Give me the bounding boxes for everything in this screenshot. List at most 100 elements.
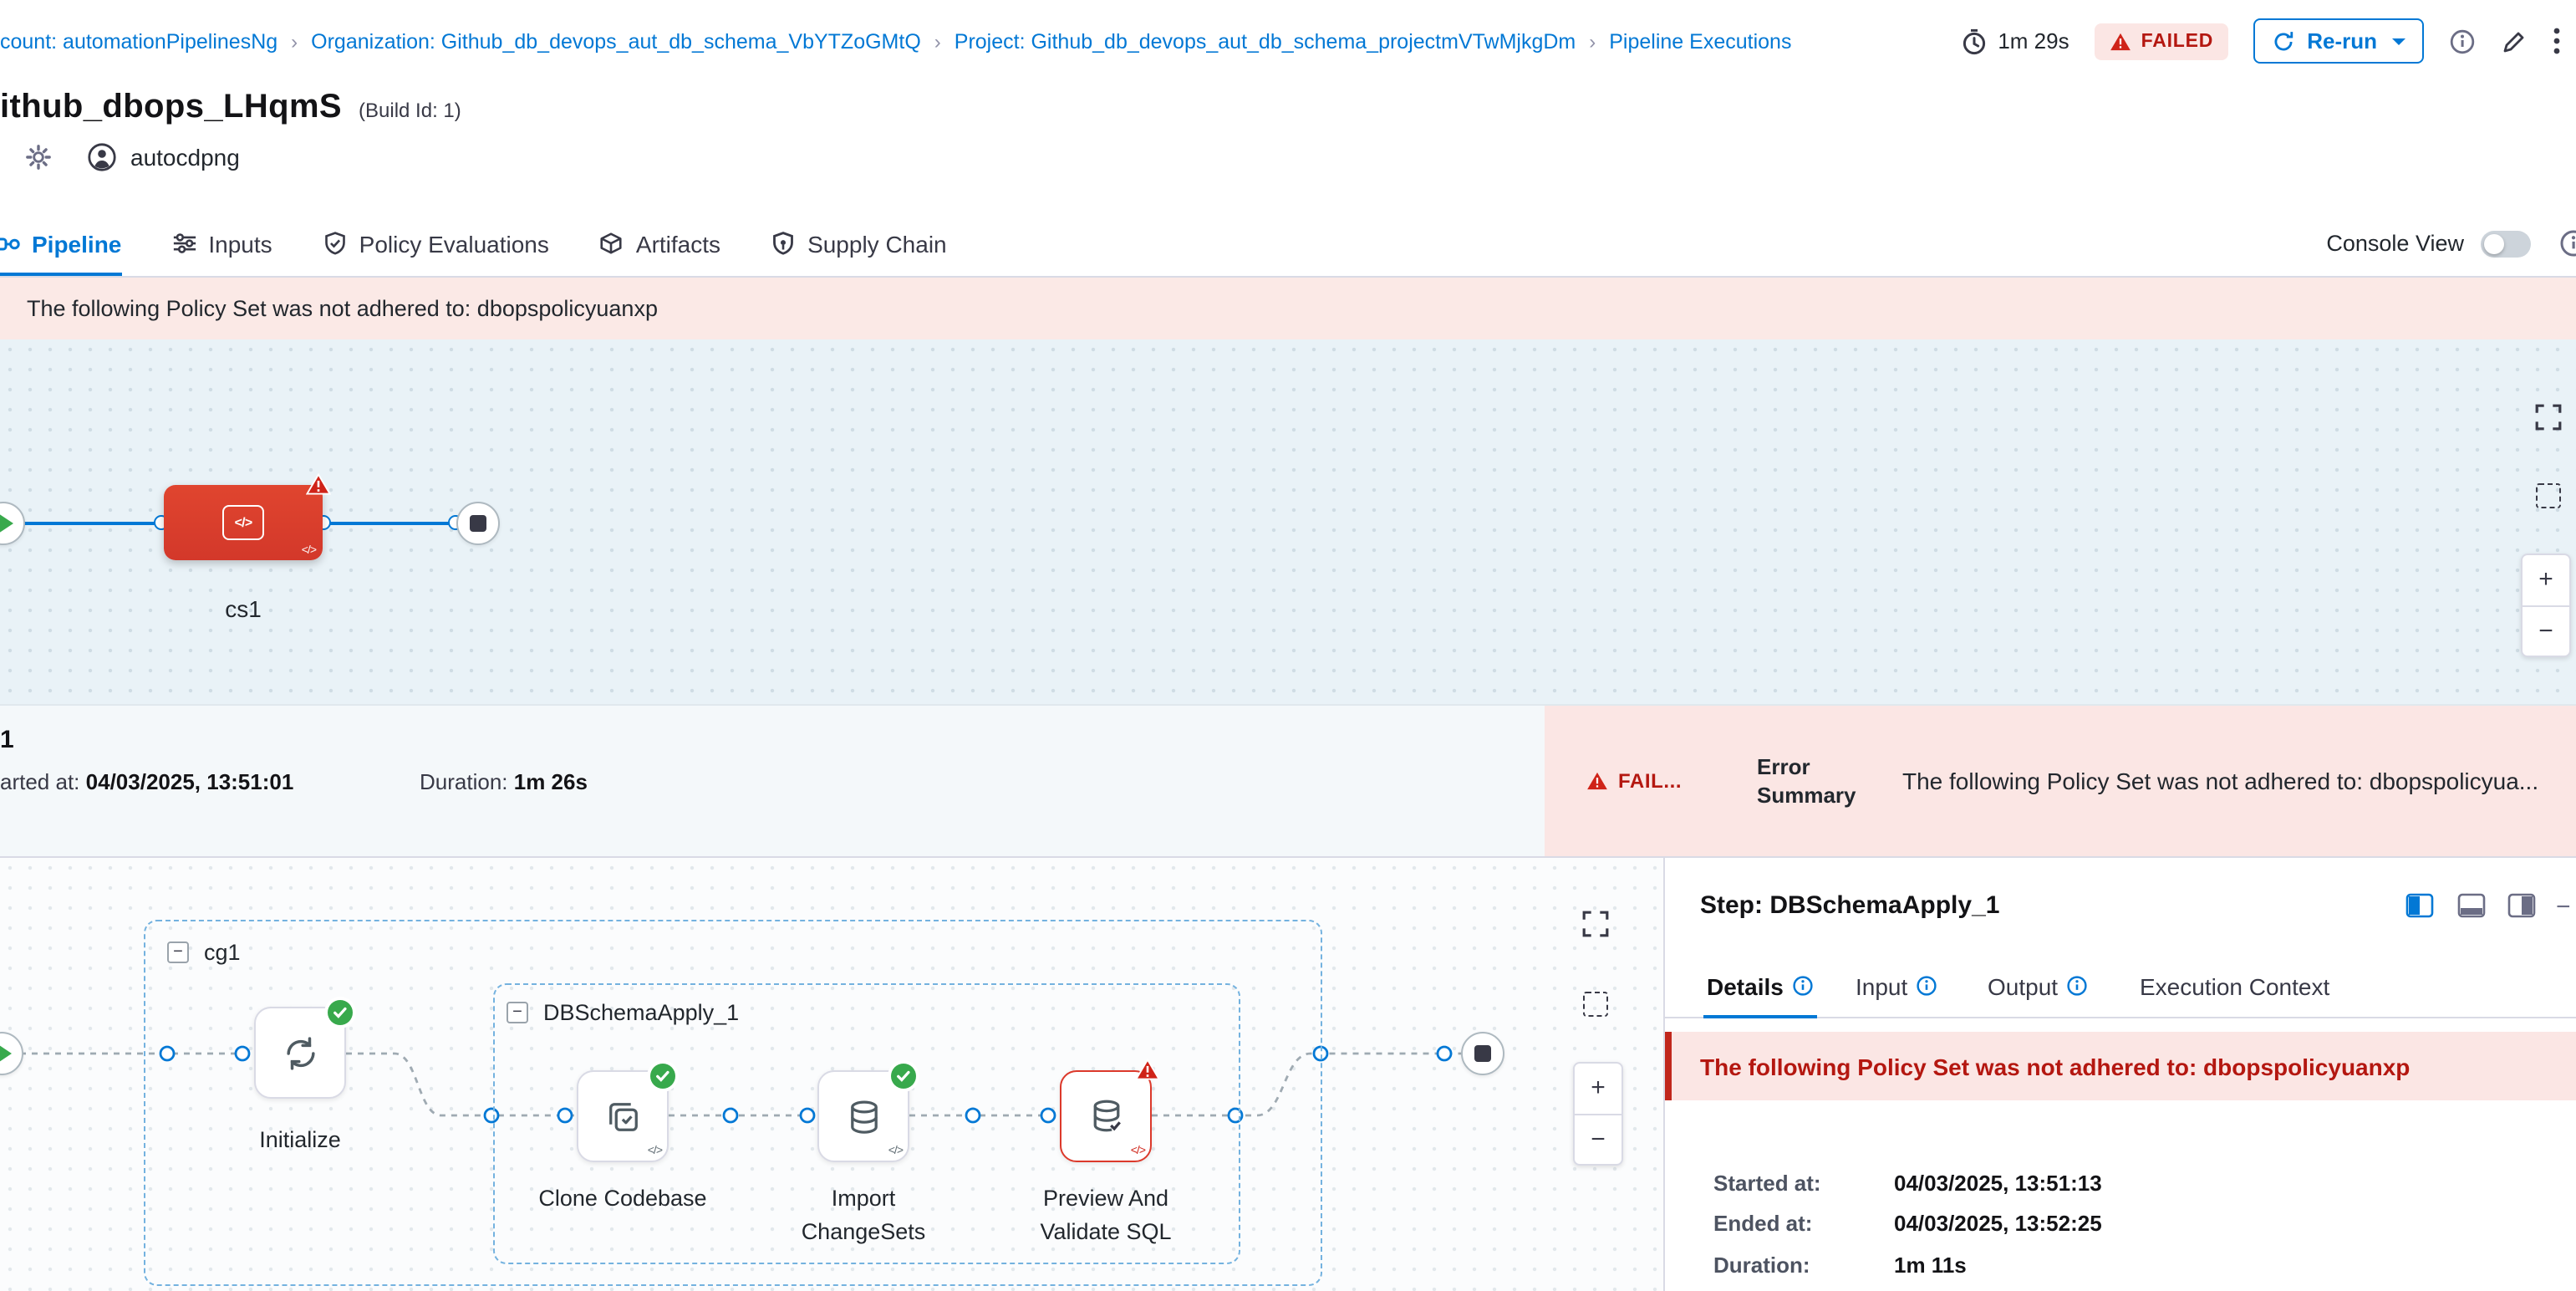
breadcrumb-account[interactable]: count: automationPipelinesNg — [0, 29, 277, 53]
code-glyph: </> — [302, 545, 316, 557]
tab-label: Pipeline — [32, 230, 121, 257]
layout-bottom-pane-icon[interactable] — [2457, 893, 2486, 918]
gear-icon[interactable] — [25, 144, 52, 171]
layout-left-pane-icon[interactable] — [2405, 893, 2434, 918]
panel-tab-label: Output — [1988, 972, 2058, 999]
zoom-out-button[interactable]: − — [1575, 1115, 1621, 1164]
page-title: ithub_dbops_LHqmS — [0, 89, 342, 127]
kebab-menu-icon[interactable] — [2553, 27, 2561, 55]
collapse-group-button[interactable]: − — [507, 1002, 528, 1023]
help-circle-icon[interactable] — [2559, 229, 2576, 258]
tab-artifacts[interactable]: Artifacts — [599, 211, 720, 276]
stop-icon — [470, 515, 486, 532]
chevron-right-icon: › — [291, 29, 298, 53]
topbar-actions: 1m 29s FAILED Re-run — [1961, 18, 2576, 64]
group-label: cg1 — [204, 940, 241, 965]
status-badge: FAILED — [2095, 23, 2229, 59]
warning-triangle-icon — [2110, 31, 2131, 51]
failed-badge-icon — [306, 473, 331, 495]
panel-tab-execution-context[interactable]: Execution Context — [2140, 955, 2329, 1017]
tab-label: Policy Evaluations — [359, 230, 549, 257]
edge-line — [323, 522, 456, 525]
code-glyph: </> — [235, 515, 252, 530]
field-label: Duration: — [1713, 1253, 1810, 1278]
end-node[interactable] — [1461, 1032, 1504, 1075]
tab-policy-evaluations[interactable]: Policy Evaluations — [323, 211, 549, 276]
step-node-clone-codebase[interactable]: </> — [577, 1070, 669, 1162]
error-summary-text: The following Policy Set was not adhered… — [1902, 706, 2576, 856]
zoom-controls: + − — [1573, 1062, 1623, 1166]
stage-error-zone: FAIL... Error Summary The following Poli… — [1545, 706, 2576, 856]
clone-icon — [603, 1096, 643, 1136]
code-stage-icon: </> — [222, 505, 264, 540]
field-label: Ended at: — [1713, 1211, 1812, 1236]
field-value: 04/03/2025, 13:52:25 — [1894, 1211, 2102, 1236]
sync-icon — [280, 1033, 320, 1073]
panel-tab-output[interactable]: Output — [1988, 955, 2088, 1017]
zoom-in-button[interactable]: + — [2523, 555, 2569, 606]
panel-tab-label: Input — [1856, 972, 1907, 999]
code-glyph: </> — [648, 1146, 662, 1157]
step-details-panel: Step: DBSchemaApply_1 − — [1665, 858, 2576, 1291]
step-graph-canvas: − cg1 − DBSchemaApply_1 — [0, 858, 1665, 1291]
breadcrumb-pipeline-executions[interactable]: Pipeline Executions — [1609, 29, 1791, 53]
failed-badge-icon — [1135, 1059, 1160, 1080]
step-node-initialize[interactable] — [254, 1007, 346, 1099]
chevron-right-icon: › — [1589, 29, 1596, 53]
zoom-out-button[interactable]: − — [2523, 606, 2569, 656]
fullscreen-icon[interactable] — [2534, 403, 2563, 431]
code-glyph: </> — [888, 1146, 903, 1157]
stage-node-cs1[interactable]: </> </> — [164, 485, 323, 560]
page-header: ithub_dbops_LHqmS (Build Id: 1) — [0, 82, 461, 134]
step-label: Clone Codebase — [528, 1182, 717, 1216]
zoom-in-button[interactable]: + — [1575, 1064, 1621, 1115]
step-panel-tabs: Details Input Output — [1665, 955, 2576, 1018]
marquee-select-icon[interactable] — [1583, 992, 1608, 1017]
step-node-import-changesets[interactable]: </> — [817, 1070, 909, 1162]
step-error-text: The following Policy Set was not adhered… — [1700, 1053, 2410, 1079]
code-glyph: </> — [1131, 1146, 1145, 1157]
layout-right-pane-icon[interactable] — [2507, 893, 2536, 918]
policy-warning-text: The following Policy Set was not adhered… — [27, 296, 658, 321]
step-panel-title: Step: DBSchemaApply_1 — [1700, 891, 1999, 920]
breadcrumb-organization[interactable]: Organization: Github_db_devops_aut_db_sc… — [311, 29, 921, 53]
step-label: Import ChangeSets — [769, 1182, 958, 1249]
marquee-select-icon[interactable] — [2536, 483, 2561, 508]
avatar — [87, 142, 117, 172]
tab-label: Supply Chain — [807, 230, 947, 257]
info-icon[interactable] — [2449, 28, 2476, 54]
tab-inputs[interactable]: Inputs — [171, 211, 272, 276]
start-node[interactable] — [0, 502, 25, 545]
success-badge-icon — [650, 1064, 675, 1089]
fullscreen-icon[interactable] — [1581, 910, 1610, 938]
rerun-button[interactable]: Re-run — [2253, 18, 2424, 64]
stage-duration: Duration: 1m 26s — [420, 769, 588, 794]
edit-pencil-icon[interactable] — [2501, 28, 2528, 54]
field-ended-at: Ended at: 04/03/2025, 13:52:25 — [1665, 1211, 2576, 1239]
console-view-toggle[interactable] — [2481, 230, 2531, 257]
inputs-icon — [171, 231, 196, 256]
clock-icon — [1961, 28, 1988, 54]
pipeline-icon — [0, 230, 20, 257]
end-node[interactable] — [456, 502, 500, 545]
tab-supply-chain[interactable]: Supply Chain — [771, 211, 947, 276]
stage-started-at: arted at: 04/03/2025, 13:51:01 — [0, 769, 293, 794]
elapsed-time-label: 1m 29s — [1998, 28, 2069, 54]
panel-tab-details[interactable]: Details — [1707, 955, 1814, 1017]
success-badge-icon — [891, 1064, 916, 1089]
database-check-icon — [1086, 1096, 1126, 1136]
minimize-panel-icon[interactable]: − — [2556, 893, 2571, 921]
elapsed-time: 1m 29s — [1961, 28, 2069, 54]
execution-detail-area: − cg1 − DBSchemaApply_1 — [0, 858, 2576, 1291]
artifacts-box-icon — [599, 231, 624, 256]
tab-label: Artifacts — [636, 230, 720, 257]
caret-down-icon — [2392, 38, 2405, 44]
console-view-label: Console View — [2326, 231, 2464, 256]
breadcrumb-project[interactable]: Project: Github_db_devops_aut_db_schema_… — [955, 29, 1576, 53]
panel-tab-input[interactable]: Input — [1856, 955, 1937, 1017]
play-icon — [0, 513, 13, 533]
refresh-icon — [2272, 29, 2295, 53]
tab-pipeline[interactable]: Pipeline — [0, 211, 121, 276]
collapse-group-button[interactable]: − — [167, 941, 189, 963]
step-node-preview-validate-sql[interactable]: </> — [1060, 1070, 1152, 1162]
